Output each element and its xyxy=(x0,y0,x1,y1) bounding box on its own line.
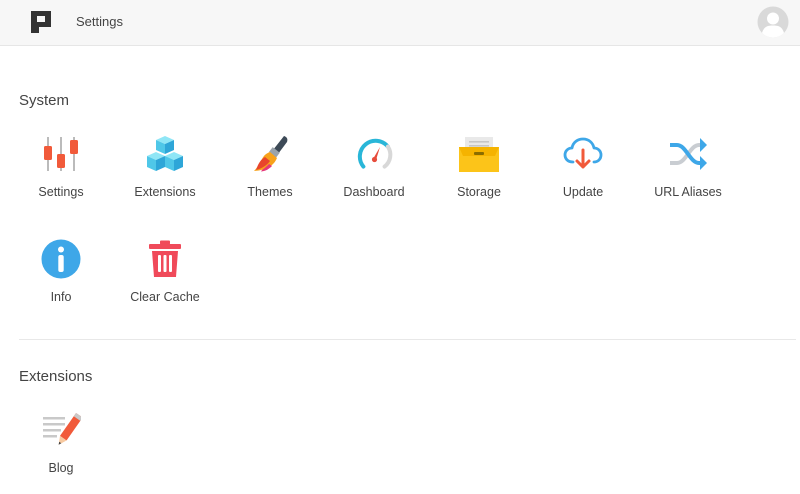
section-divider xyxy=(19,339,796,340)
paintbrush-icon xyxy=(254,136,288,172)
info-icon xyxy=(41,239,81,279)
cubes-icon xyxy=(147,136,183,171)
tile-label: Dashboard xyxy=(343,185,405,199)
storage-box-icon xyxy=(459,137,499,172)
blog-pencil-icon xyxy=(43,412,81,445)
tile-info[interactable]: Info xyxy=(11,239,111,319)
tile-label: URL Aliases xyxy=(654,185,722,199)
shuffle-icon xyxy=(670,138,707,170)
tile-label: Blog xyxy=(48,461,74,475)
tile-url-aliases[interactable]: URL Aliases xyxy=(638,134,738,214)
tile-dashboard[interactable]: Dashboard xyxy=(324,134,424,214)
tile-storage[interactable]: Storage xyxy=(429,134,529,214)
tile-label: Update xyxy=(562,185,604,199)
tile-label: Themes xyxy=(247,185,293,199)
tile-label: Storage xyxy=(457,185,501,199)
sliders-icon xyxy=(44,137,78,171)
tile-label: Info xyxy=(50,290,72,304)
tile-blog[interactable]: Blog xyxy=(11,410,111,490)
tile-clear-cache[interactable]: Clear Cache xyxy=(115,239,215,319)
tile-label: Clear Cache xyxy=(130,290,200,304)
cloud-download-icon xyxy=(563,137,603,169)
section-title-extensions: Extensions xyxy=(19,368,93,385)
tile-extensions[interactable]: Extensions xyxy=(115,134,215,214)
app-logo-icon[interactable] xyxy=(30,10,52,34)
tile-themes[interactable]: Themes xyxy=(220,134,320,214)
gauge-icon xyxy=(357,138,393,169)
page-title: Settings xyxy=(76,14,123,29)
trash-icon xyxy=(149,240,181,277)
tile-label: Extensions xyxy=(134,185,196,199)
top-bar: Settings xyxy=(0,0,800,46)
tile-settings[interactable]: Settings xyxy=(11,134,111,214)
user-avatar-icon[interactable] xyxy=(757,6,789,38)
section-title-system: System xyxy=(19,92,70,109)
tile-label: Settings xyxy=(38,185,84,199)
tile-update[interactable]: Update xyxy=(533,134,633,214)
